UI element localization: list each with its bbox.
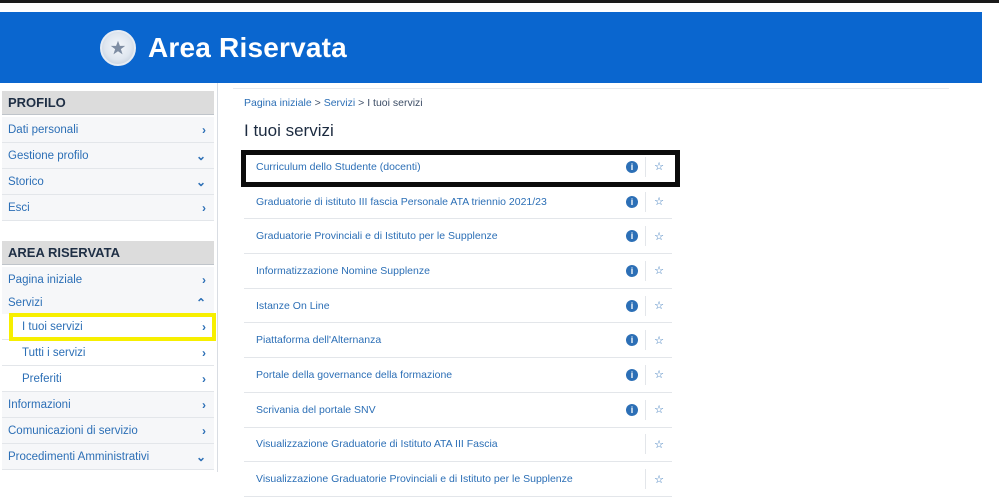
favorite-star-icon[interactable]: ☆ [646, 473, 672, 486]
sidebar-item-tutti-servizi[interactable]: Tutti i servizi › [2, 340, 214, 366]
sidebar-item-label: Pagina iniziale [8, 273, 83, 286]
service-link[interactable]: Istanze On Line [244, 300, 619, 312]
sidebar-item-label: Storico [8, 175, 44, 188]
section-heading-area-riservata: AREA RISERVATA [2, 241, 214, 265]
sidebar-item-dati-personali[interactable]: Dati personali › [2, 117, 214, 143]
info-icon: i [626, 403, 638, 416]
info-slot-empty [619, 434, 646, 455]
service-row: Visualizzazione Graduatorie di Istituto … [244, 428, 672, 463]
info-icon: i [626, 230, 638, 243]
info-button[interactable]: i [619, 364, 646, 385]
service-link[interactable]: Piattaforma dell'Alternanza [244, 334, 619, 346]
favorite-star-icon[interactable]: ☆ [646, 195, 672, 208]
chevron-right-icon: › [202, 122, 206, 137]
service-row: Scrivania del portale SNV i ☆ [244, 393, 672, 428]
sidebar: PROFILO Dati personali › Gestione profil… [0, 83, 218, 472]
sidebar-item-label: Preferiti [22, 372, 62, 385]
service-link[interactable]: Portale della governance della formazion… [244, 369, 619, 381]
frame-top-line [0, 0, 999, 3]
service-link[interactable]: Visualizzazione Graduatorie di Istituto … [244, 438, 619, 450]
sidebar-item-gestione-profilo[interactable]: Gestione profilo ⌄ [2, 143, 214, 169]
breadcrumb-services-link[interactable]: Servizi [324, 97, 356, 109]
info-icon: i [626, 299, 638, 312]
service-row: Graduatorie Provinciali e di Istituto pe… [244, 219, 672, 255]
sidebar-spacer [2, 221, 214, 241]
service-link[interactable]: Visualizzazione Graduatorie Provinciali … [244, 473, 619, 485]
content-top-rule [233, 88, 949, 89]
highlight-box-yellow [9, 313, 216, 341]
sidebar-item-informazioni[interactable]: Informazioni › [2, 392, 214, 418]
sidebar-item-label: Gestione profilo [8, 149, 89, 162]
favorite-star-icon[interactable]: ☆ [646, 230, 672, 243]
favorite-star-icon[interactable]: ☆ [646, 264, 672, 277]
service-row: Informatizzazione Nomine Supplenze i ☆ [244, 254, 672, 289]
info-button[interactable]: i [619, 399, 646, 420]
chevron-down-icon: ⌄ [195, 174, 206, 189]
star-emblem-icon [110, 40, 126, 54]
sidebar-item-procedimenti[interactable]: Procedimenti Amministrativi ⌄ [2, 444, 214, 470]
chevron-right-icon: › [202, 200, 206, 215]
sidebar-item-label: Dati personali [8, 123, 79, 136]
info-button[interactable]: i [619, 191, 646, 212]
info-slot-empty [619, 469, 646, 490]
sidebar-item-label: Tutti i servizi [22, 346, 86, 359]
service-row: Graduatorie di istituto III fascia Perso… [244, 185, 672, 220]
chevron-right-icon: › [202, 345, 206, 360]
sidebar-item-storico[interactable]: Storico ⌄ [2, 169, 214, 195]
sidebar-item-comunicazioni[interactable]: Comunicazioni di servizio › [2, 418, 214, 444]
chevron-down-icon: ⌄ [195, 148, 206, 163]
info-icon: i [626, 334, 638, 347]
service-link[interactable]: Graduatorie di istituto III fascia Perso… [244, 196, 619, 208]
chevron-up-icon: ⌃ [195, 295, 206, 310]
favorite-star-icon[interactable]: ☆ [646, 403, 672, 416]
chevron-right-icon: › [202, 272, 206, 287]
sidebar-item-esci[interactable]: Esci › [2, 195, 214, 221]
chevron-down-icon: ⌄ [195, 449, 206, 464]
sidebar-item-label: Procedimenti Amministrativi [8, 450, 150, 463]
breadcrumb-separator: > [358, 97, 365, 109]
service-link[interactable]: Graduatorie Provinciali e di Istituto pe… [244, 230, 619, 242]
service-link[interactable]: Scrivania del portale SNV [244, 404, 619, 416]
app-header: Area Riservata [0, 12, 982, 83]
sidebar-item-label: Esci [8, 201, 30, 214]
sidebar-item-preferiti[interactable]: Preferiti › [2, 366, 214, 392]
sidebar-item-label: Comunicazioni di servizio [8, 424, 138, 437]
info-button[interactable]: i [619, 260, 646, 281]
breadcrumb: Pagina iniziale > Servizi > I tuoi servi… [244, 97, 423, 109]
highlight-box-black [241, 150, 680, 187]
sidebar-item-label: Informazioni [8, 398, 71, 411]
info-icon: i [626, 264, 638, 277]
sidebar-item-label: Servizi [8, 296, 43, 309]
favorite-star-icon[interactable]: ☆ [646, 368, 672, 381]
breadcrumb-home-link[interactable]: Pagina iniziale [244, 97, 312, 109]
service-row: Istanze On Line i ☆ [244, 289, 672, 324]
service-row: Piattaforma dell'Alternanza i ☆ [244, 323, 672, 359]
breadcrumb-current: I tuoi servizi [367, 97, 423, 109]
favorite-star-icon[interactable]: ☆ [646, 438, 672, 451]
info-icon: i [626, 368, 638, 381]
service-link[interactable]: Informatizzazione Nomine Supplenze [244, 265, 619, 277]
services-list: Curriculum dello Studente (docenti) i ☆ … [244, 150, 672, 497]
section-heading-profilo: PROFILO [2, 91, 214, 115]
republic-emblem-icon [100, 29, 136, 66]
chevron-right-icon: › [202, 423, 206, 438]
info-button[interactable]: i [619, 226, 646, 247]
chevron-right-icon: › [202, 397, 206, 412]
breadcrumb-separator: > [314, 97, 321, 109]
info-button[interactable]: i [619, 295, 646, 316]
chevron-right-icon: › [202, 371, 206, 386]
favorite-star-icon[interactable]: ☆ [646, 334, 672, 347]
service-row: Visualizzazione Graduatorie Provinciali … [244, 462, 672, 497]
favorite-star-icon[interactable]: ☆ [646, 299, 672, 312]
page-title: I tuoi servizi [244, 121, 334, 140]
service-row: Portale della governance della formazion… [244, 358, 672, 393]
info-button[interactable]: i [619, 330, 646, 351]
info-icon: i [626, 195, 638, 208]
app-title: Area Riservata [148, 31, 347, 63]
